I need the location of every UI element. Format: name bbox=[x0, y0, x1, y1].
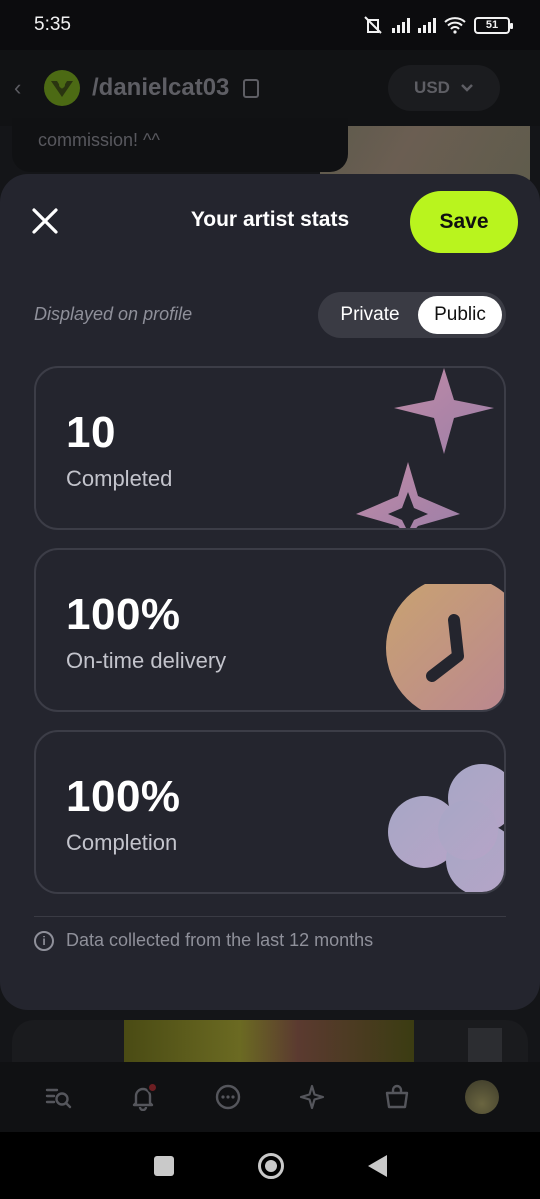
stat-label: Completion bbox=[66, 830, 178, 855]
notification-dot bbox=[146, 1082, 158, 1093]
info-icon: i bbox=[34, 930, 54, 951]
profile-avatar[interactable] bbox=[464, 1080, 499, 1114]
displayed-on-profile-label: Displayed on profile bbox=[34, 304, 193, 324]
background-header: ‹ /danielcat03 USD bbox=[0, 50, 540, 126]
bell-icon[interactable] bbox=[126, 1080, 160, 1114]
chevron-down-icon bbox=[461, 84, 473, 92]
stat-value: 10 bbox=[66, 408, 116, 457]
stat-label: Completed bbox=[66, 466, 173, 491]
copy-icon[interactable] bbox=[243, 78, 260, 98]
search-list-icon[interactable] bbox=[41, 1080, 75, 1114]
status-time: 5:35 bbox=[34, 14, 71, 35]
home-icon[interactable] bbox=[257, 1152, 284, 1179]
data-footnote: i Data collected from the last 12 months bbox=[34, 930, 373, 951]
footnote-text: Data collected from the last 12 months bbox=[66, 930, 374, 950]
currency-selector[interactable]: USD bbox=[388, 65, 500, 111]
mute-vibrate-icon bbox=[364, 16, 382, 34]
clock-icon bbox=[386, 584, 504, 710]
display-visibility-row: Displayed on profile Private Public bbox=[34, 292, 506, 338]
sparkle-icon[interactable] bbox=[295, 1080, 329, 1114]
divider bbox=[34, 916, 506, 917]
background-message-bubble: commission! ^^ bbox=[12, 118, 348, 172]
currency-label: USD bbox=[414, 78, 450, 97]
toggle-public[interactable]: Public bbox=[418, 296, 502, 334]
wifi-icon bbox=[444, 17, 466, 34]
avatar bbox=[464, 1080, 499, 1114]
bottom-nav bbox=[0, 1062, 540, 1132]
flower-icon bbox=[388, 764, 504, 892]
recent-apps-icon[interactable] bbox=[153, 1155, 174, 1176]
signal-icon bbox=[392, 17, 410, 33]
background-artwork-image bbox=[124, 1020, 414, 1066]
stat-card-completion: 100% Completion bbox=[34, 730, 506, 894]
background-card-side bbox=[468, 1028, 502, 1066]
back-chevron-icon[interactable]: ‹ bbox=[14, 75, 38, 101]
status-bar: 5:35 51 bbox=[0, 0, 540, 50]
visibility-toggle[interactable]: Private Public bbox=[318, 292, 506, 338]
sheet-header: Your artist stats Save bbox=[0, 174, 540, 270]
artist-stats-sheet: Your artist stats Save Displayed on prof… bbox=[0, 174, 540, 1010]
profile-username: /danielcat03 bbox=[92, 74, 230, 101]
system-nav-bar bbox=[0, 1132, 540, 1199]
battery-icon: 51 bbox=[474, 16, 513, 34]
signal-icon-2 bbox=[418, 17, 436, 33]
toggle-private[interactable]: Private bbox=[322, 296, 418, 334]
stat-value: 100% bbox=[66, 590, 181, 639]
shop-bag-icon[interactable] bbox=[380, 1080, 414, 1114]
back-triangle-icon[interactable] bbox=[367, 1154, 387, 1177]
stat-card-on-time-delivery: 100% On-time delivery bbox=[34, 548, 506, 712]
background-artwork-card bbox=[12, 1020, 528, 1066]
stat-card-completed: 10 Completed bbox=[34, 366, 506, 530]
brand-logo-icon bbox=[44, 70, 80, 106]
status-icons: 51 bbox=[362, 15, 513, 35]
stat-label: On-time delivery bbox=[66, 648, 227, 673]
save-button[interactable]: Save bbox=[410, 191, 518, 253]
stat-value: 100% bbox=[66, 772, 181, 821]
sparkle-stars-icon bbox=[356, 368, 494, 528]
chat-icon[interactable] bbox=[211, 1080, 245, 1114]
